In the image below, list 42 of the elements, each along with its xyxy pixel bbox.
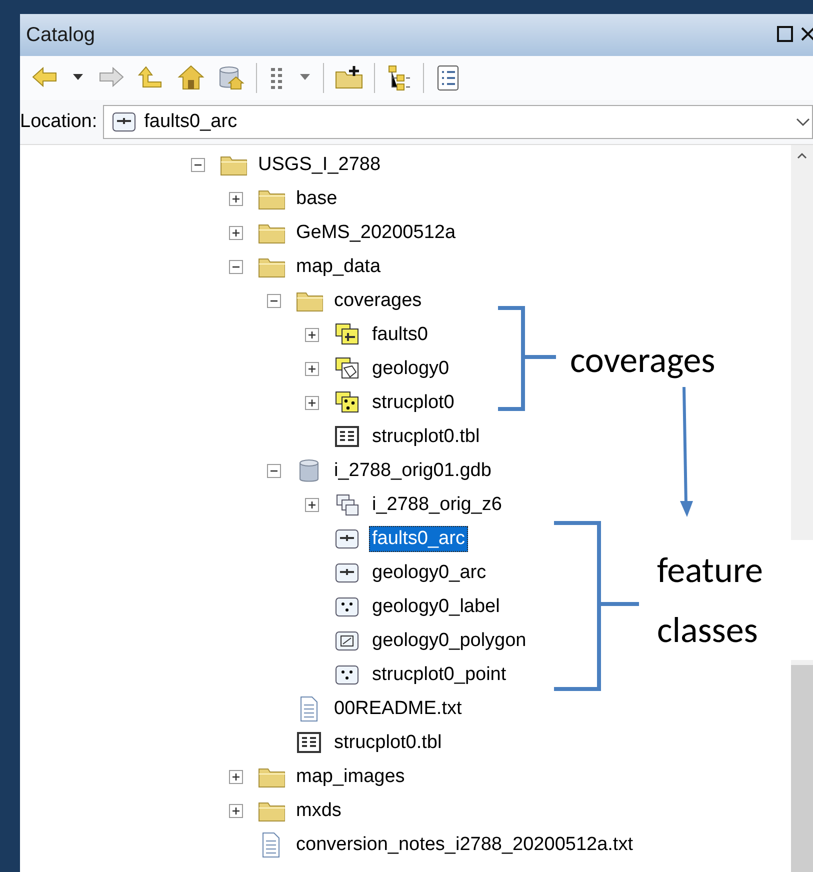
scroll-thumb[interactable] [791, 665, 813, 872]
expand-icon[interactable] [228, 803, 244, 819]
tree-item[interactable]: USGS_I_2788 [255, 152, 384, 178]
collapse-icon[interactable] [190, 157, 206, 173]
collapse-icon[interactable] [266, 463, 282, 479]
expand-icon[interactable] [228, 769, 244, 785]
tree-item[interactable]: geology0_arc [369, 560, 490, 586]
expand-icon[interactable] [228, 225, 244, 241]
collapse-icon[interactable] [266, 293, 282, 309]
tree-item[interactable]: 00README.txt [331, 696, 465, 722]
location-label: Location: [20, 111, 98, 133]
dropdown-caret-icon[interactable] [794, 116, 812, 128]
tree-item[interactable]: strucplot0.tbl [331, 730, 445, 756]
tree-item[interactable]: GeMS_20200512a [293, 220, 459, 246]
tree-item[interactable]: geology0_polygon [369, 628, 530, 654]
location-field[interactable]: faults0_arc [103, 105, 813, 139]
maximize-icon[interactable] [777, 26, 793, 42]
expand-icon[interactable] [304, 327, 320, 343]
expand-icon[interactable] [304, 361, 320, 377]
tree-item[interactable]: i_2788_orig01.gdb [331, 458, 494, 484]
tree-item[interactable]: i_2788_orig_z6 [369, 492, 505, 518]
window-title: Catalog [26, 24, 95, 46]
collapse-icon[interactable] [228, 259, 244, 275]
tree-item[interactable]: strucplot0.tbl [369, 424, 483, 450]
tree-item[interactable]: strucplot0_point [369, 662, 510, 688]
close-icon[interactable] [800, 26, 813, 42]
tree-item[interactable]: conversion_notes_i2788_20200512a.txt [293, 832, 636, 858]
expand-icon[interactable] [304, 497, 320, 513]
tree-item[interactable]: faults0 [369, 322, 431, 348]
tree-item[interactable]: mxds [293, 798, 344, 824]
expand-icon[interactable] [228, 191, 244, 207]
tree-item[interactable]: map_images [293, 764, 408, 790]
tree-item[interactable]: strucplot0 [369, 390, 458, 416]
tree-item[interactable]: map_data [293, 254, 384, 280]
annotation-label: feature classes [657, 540, 813, 660]
expand-icon[interactable] [304, 395, 320, 411]
tree-item[interactable]: base [293, 186, 340, 212]
tree-item[interactable]: geology0_label [369, 594, 503, 620]
location-value: faults0_arc [144, 111, 238, 133]
tree-item[interactable]: faults0_arc [369, 526, 468, 552]
tree-item[interactable]: coverages [331, 288, 425, 314]
tree-item[interactable]: geology0 [369, 356, 452, 382]
